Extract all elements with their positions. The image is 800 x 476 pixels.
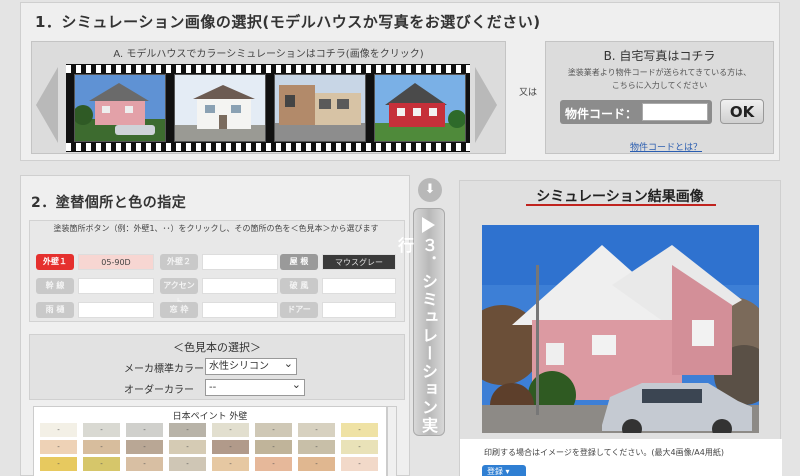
model-house-box: A. モデルハウスでカラーシミュレーションはコチラ(画像をクリック)	[31, 41, 506, 154]
run-simulation-button[interactable]: ３．シミュレーション実行	[395, 208, 445, 436]
next-arrow-button[interactable]	[475, 67, 497, 143]
model-house-label: A. モデルハウスでカラーシミュレーションはコチラ(画像をクリック)	[113, 49, 424, 60]
color-swatch[interactable]: -	[169, 423, 206, 437]
part-color-value-6	[78, 302, 154, 318]
part-button-6[interactable]: 雨 樋	[36, 302, 74, 318]
ok-button[interactable]: OK	[720, 99, 764, 124]
palette-scrollbar[interactable]	[387, 406, 397, 476]
color-swatch[interactable]: -	[126, 457, 163, 471]
swatch-title: ＜色見本の選択＞	[173, 341, 261, 354]
part-button-1[interactable]: 外壁２	[160, 254, 198, 270]
part-color-value-5	[322, 278, 396, 294]
play-icon	[422, 217, 435, 233]
model-house-photo-1[interactable]	[74, 74, 166, 142]
color-swatch[interactable]: -	[298, 423, 335, 437]
part-color-value-3	[78, 278, 154, 294]
color-swatch[interactable]: -	[40, 457, 77, 471]
color-swatch[interactable]: -	[212, 457, 249, 471]
result-title-underline	[526, 204, 716, 206]
color-swatch[interactable]: -	[40, 440, 77, 454]
color-swatch[interactable]: -	[126, 423, 163, 437]
property-code-input[interactable]	[642, 103, 708, 121]
register-label: 登録	[487, 467, 503, 476]
property-code-box: 物件コード：	[560, 100, 712, 124]
part-color-value-1	[202, 254, 278, 270]
property-code-label: 物件コード：	[565, 107, 638, 121]
property-code-help-link[interactable]: 物件コードとは？	[630, 140, 702, 153]
color-swatch[interactable]: -	[169, 440, 206, 454]
section-2-panel: 2．塗替個所と色の指定 塗装箇所ボタン（例：外壁1、･･）をクリックし、その箇所…	[20, 175, 410, 476]
result-image	[482, 225, 759, 433]
or-label: 又は	[519, 88, 538, 98]
order-color-select[interactable]: --	[205, 377, 305, 396]
color-swatch[interactable]: -	[255, 457, 292, 471]
color-swatch[interactable]: -	[83, 440, 120, 454]
section-1-panel: 1．シミュレーション画像の選択(モデルハウスか写真をお選びください) A. モデ…	[20, 2, 780, 161]
color-swatch[interactable]: -	[212, 423, 249, 437]
color-swatch[interactable]: -	[341, 423, 378, 437]
part-button-3[interactable]: 幹 線	[36, 278, 74, 294]
parts-instruction: 塗装箇所ボタン（例：外壁1、･･）をクリックし、その箇所の色を＜色見本＞から選び…	[53, 224, 379, 233]
maker-color-label: メーカ標準カラー	[124, 364, 204, 375]
down-arrow-icon: ⬇	[418, 178, 442, 202]
palette-box: 日本ペイント 外壁 ------------------------	[33, 406, 387, 476]
model-house-photo-3[interactable]	[274, 74, 366, 142]
section-2-title: 2．塗替個所と色の指定	[31, 195, 187, 211]
color-swatch[interactable]: -	[298, 440, 335, 454]
color-swatch[interactable]: -	[255, 423, 292, 437]
prev-arrow-button[interactable]	[36, 67, 58, 143]
model-house-photo-4[interactable]	[374, 74, 466, 142]
palette-title: 日本ペイント 外壁	[172, 412, 248, 422]
color-swatch[interactable]: -	[341, 440, 378, 454]
result-panel: シミュレーション結果画像 印刷する場合はイメージを登録してください。(最大4画像…	[459, 180, 782, 476]
color-swatch[interactable]: -	[341, 457, 378, 471]
color-swatch[interactable]: -	[126, 440, 163, 454]
color-swatch[interactable]: -	[83, 457, 120, 471]
part-button-8[interactable]: ドアー	[280, 302, 318, 318]
part-button-4[interactable]: アクセント	[160, 278, 198, 306]
own-photo-title: B. 自宅写真はコチラ	[603, 49, 716, 63]
part-color-value-4	[202, 278, 278, 294]
model-house-photo-2[interactable]	[174, 74, 266, 142]
order-color-label: オーダーカラー	[124, 385, 194, 396]
film-strip	[66, 64, 470, 152]
print-note-text: 印刷する場合はイメージを登録してください。(最大4画像/A4用紙)	[484, 448, 724, 457]
parts-box: 塗装箇所ボタン（例：外壁1、･･）をクリックし、その箇所の色を＜色見本＞から選び…	[29, 220, 405, 322]
own-photo-box: B. 自宅写真はコチラ 塗装業者より物件コードが送られてきている方は、 こちらに…	[545, 41, 774, 154]
result-title: シミュレーション結果画像	[536, 189, 704, 205]
part-button-7[interactable]: 窓 枠	[160, 302, 198, 318]
own-photo-desc-2: こちらに入力してください	[611, 81, 708, 90]
part-color-value-8	[322, 302, 396, 318]
color-swatch[interactable]: -	[169, 457, 206, 471]
print-note: 印刷する場合はイメージを登録してください。(最大4画像/A4用紙) 登録 ▾	[460, 439, 782, 476]
register-button[interactable]: 登録 ▾	[482, 465, 526, 476]
chevron-down-icon: ▾	[505, 467, 510, 476]
part-button-5[interactable]: 破 風	[280, 278, 318, 294]
part-color-value-0: 05-90D	[78, 254, 154, 270]
part-button-0[interactable]: 外壁１	[36, 254, 74, 270]
maker-color-select[interactable]: 水性シリコン	[205, 356, 297, 375]
part-button-2[interactable]: 屋 根	[280, 254, 318, 270]
color-swatch[interactable]: -	[40, 423, 77, 437]
own-photo-desc-1: 塗装業者より物件コードが送られてきている方は、	[567, 68, 752, 77]
section-1-title: 1．シミュレーション画像の選択(モデルハウスか写真をお選びください)	[35, 13, 541, 31]
color-swatch[interactable]: -	[83, 423, 120, 437]
part-color-value-7	[202, 302, 278, 318]
color-swatch[interactable]: -	[212, 440, 249, 454]
swatch-box: ＜色見本の選択＞ メーカ標準カラー 水性シリコン オーダーカラー --	[29, 334, 405, 400]
color-swatch[interactable]: -	[255, 440, 292, 454]
run-simulation-label: ３．シミュレーション実行	[395, 237, 438, 435]
color-swatch[interactable]: -	[298, 457, 335, 471]
part-color-value-2: マウスグレー	[322, 254, 396, 270]
